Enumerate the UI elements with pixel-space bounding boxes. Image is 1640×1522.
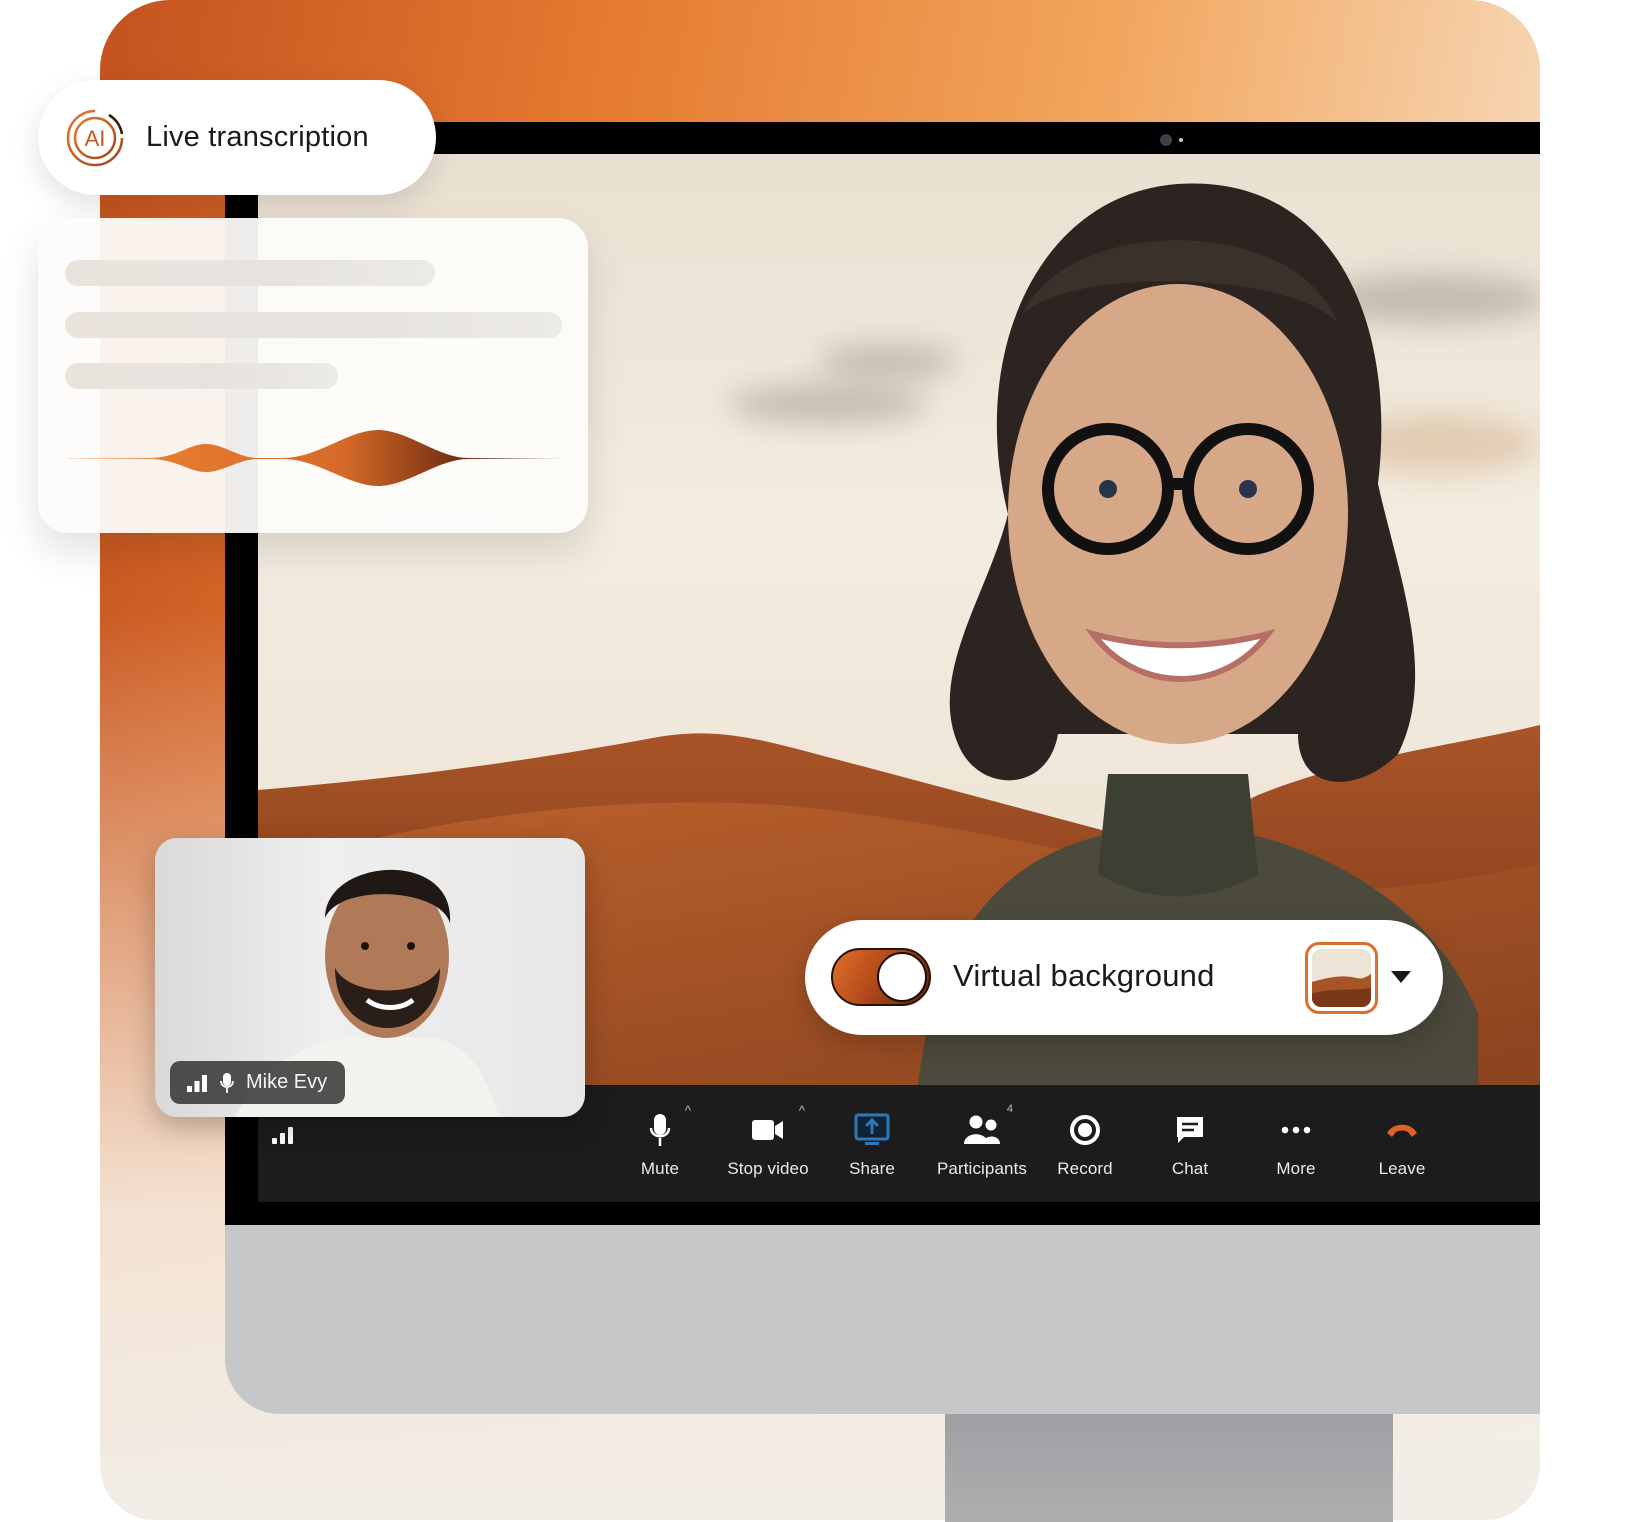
video-options-caret[interactable]: ^ <box>799 1103 805 1118</box>
chat-label: Chat <box>1171 1159 1209 1178</box>
audio-waveform-icon <box>68 430 568 486</box>
more-label: More <box>1276 1159 1316 1178</box>
record-button[interactable]: Record <box>1025 1085 1145 1202</box>
participants-button[interactable]: 4 Participants <box>922 1085 1042 1202</box>
mute-options-caret[interactable]: ^ <box>685 1103 691 1118</box>
participant-name-tag: Mike Evy <box>170 1061 346 1104</box>
record-icon <box>1070 1115 1100 1145</box>
more-button[interactable]: More <box>1236 1085 1356 1202</box>
webcam-icon <box>1160 134 1172 146</box>
chat-button[interactable]: Chat <box>1130 1085 1250 1202</box>
record-label: Record <box>1057 1159 1113 1178</box>
transcript-line-placeholder <box>65 312 562 338</box>
live-transcription-label: Live transcription <box>146 121 369 153</box>
virtual-background-control: Virtual background <box>805 920 1443 1035</box>
caret-down-icon[interactable] <box>1390 970 1412 984</box>
transcript-line-placeholder <box>65 260 435 286</box>
participants-count-badge: 4 <box>1006 1103 1013 1115</box>
microphone-icon <box>220 1072 234 1093</box>
participant-name: Mike Evy <box>246 1071 328 1093</box>
monitor-stand <box>945 1414 1393 1522</box>
desert-thumbnail-icon <box>1312 949 1371 1007</box>
stop-video-button[interactable]: ^ Stop video <box>708 1085 828 1202</box>
share-button[interactable]: Share <box>812 1085 932 1202</box>
background-thumbnail[interactable] <box>1305 942 1378 1014</box>
webcam-led-icon <box>1179 138 1183 142</box>
mute-label: Mute <box>640 1159 680 1178</box>
transcript-line-placeholder <box>65 363 338 389</box>
signal-icon <box>187 1074 207 1092</box>
monitor-chin <box>225 1225 1540 1414</box>
more-icon <box>1281 1126 1311 1134</box>
share-screen-icon <box>854 1113 890 1145</box>
toggle-knob <box>877 952 927 1002</box>
mute-button[interactable]: ^ Mute <box>600 1085 720 1202</box>
stop-video-label: Stop video <box>727 1159 809 1178</box>
svg-text:AI: AI <box>85 126 106 151</box>
video-camera-icon <box>752 1120 783 1140</box>
share-label: Share <box>849 1159 895 1178</box>
transcript-panel <box>38 218 588 533</box>
participants-label: Participants <box>936 1159 1028 1178</box>
signal-icon <box>272 1127 293 1144</box>
leave-label: Leave <box>1378 1159 1426 1178</box>
ai-badge-icon: AI <box>66 109 124 166</box>
leave-call-icon <box>1387 1124 1417 1137</box>
live-transcription-badge[interactable]: AI Live transcription <box>38 80 436 195</box>
participants-icon <box>964 1115 1000 1144</box>
participant-tile-mike-evy[interactable]: Mike Evy <box>155 838 585 1117</box>
virtual-background-label: Virtual background <box>953 958 1215 993</box>
chat-icon <box>1177 1117 1203 1143</box>
microphone-icon <box>649 1114 671 1146</box>
leave-button[interactable]: Leave <box>1342 1085 1462 1202</box>
virtual-background-toggle[interactable] <box>831 948 931 1006</box>
